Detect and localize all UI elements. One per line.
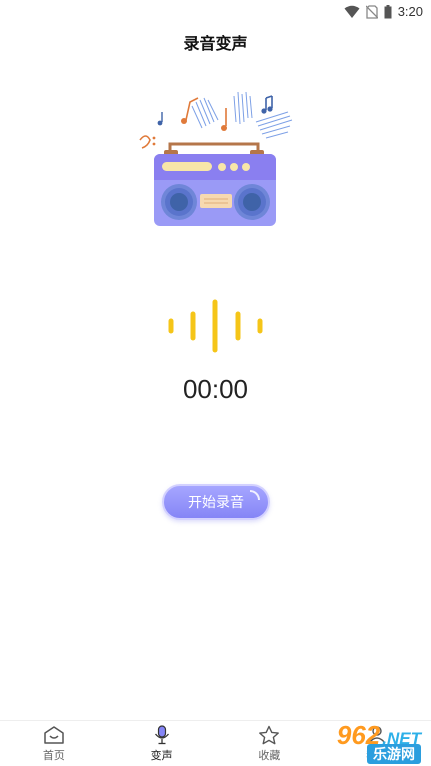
microphone-icon: [154, 725, 169, 745]
status-time: 3:20: [397, 4, 423, 19]
tab-home[interactable]: 首页: [0, 721, 108, 766]
no-sim-icon: [365, 4, 378, 19]
home-icon: [44, 726, 64, 744]
tape-slot: [200, 194, 232, 208]
radio-handle: [168, 142, 260, 154]
audio-waveform: [168, 299, 263, 353]
music-notes-decoration: [139, 91, 293, 149]
star-icon: [259, 725, 280, 745]
tab-home-label: 首页: [42, 749, 65, 762]
start-recording-button[interactable]: 开始录音: [162, 484, 270, 520]
left-speaker: [161, 184, 197, 220]
tab-voice-change[interactable]: 变声: [108, 721, 216, 766]
button-shine-decoration: [250, 490, 260, 500]
radio-illustration: [139, 91, 293, 226]
page-title: 录音变声: [183, 34, 248, 53]
wifi-icon: [344, 5, 360, 18]
right-speaker: [234, 184, 270, 220]
status-icons: 3:20: [344, 4, 423, 19]
battery-icon: [384, 4, 392, 18]
site-watermark: 962 .NET 乐游网: [293, 720, 429, 764]
recording-timer: 00:00: [182, 374, 249, 404]
start-recording-label: 开始录音: [188, 495, 244, 511]
watermark-site: 乐游网: [367, 744, 421, 764]
tab-voice-change-label: 变声: [150, 749, 173, 762]
status-bar: 3:20: [0, 0, 431, 24]
tab-favorites-label: 收藏: [258, 749, 281, 762]
